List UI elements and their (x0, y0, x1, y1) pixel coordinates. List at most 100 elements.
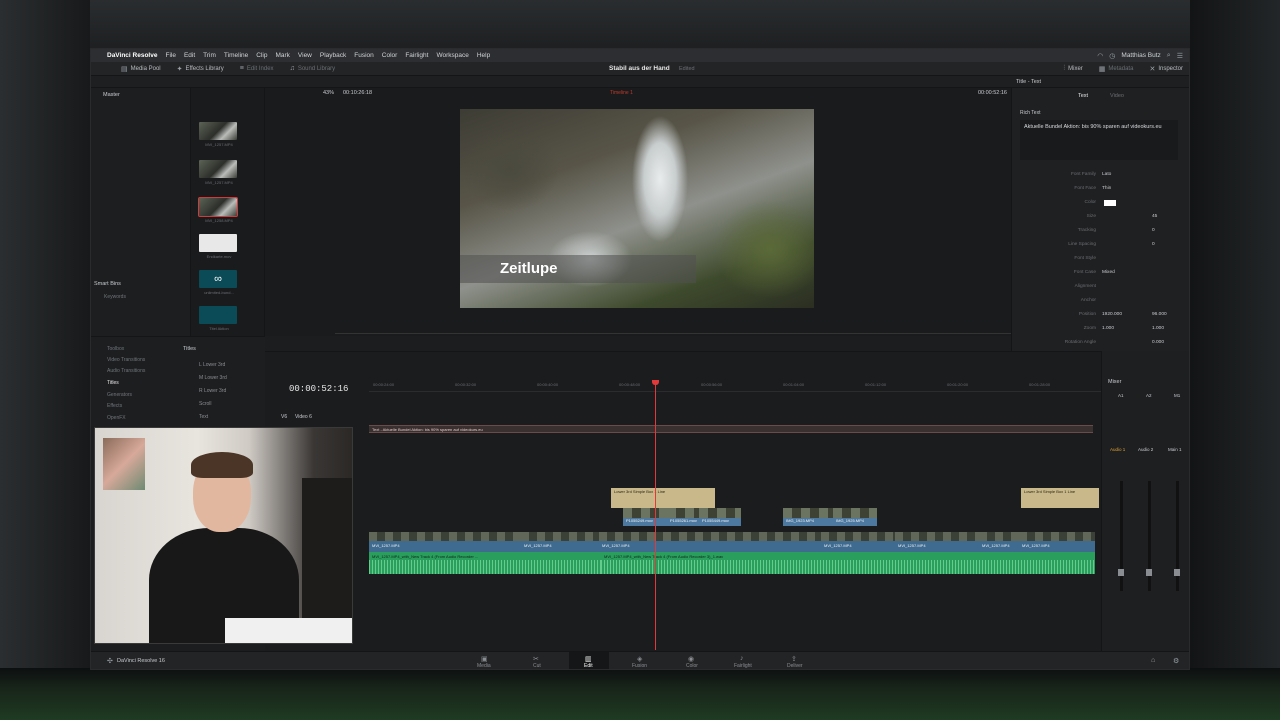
home-icon[interactable]: ⌂ (1151, 657, 1155, 664)
fader-knob[interactable] (1146, 569, 1152, 576)
property-value-2[interactable]: 0 (1152, 228, 1155, 233)
property-value-2[interactable]: 1.000 (1152, 326, 1164, 331)
main-video-clip[interactable]: MVI_1257.MP4 (1019, 532, 1095, 552)
fader-main1[interactable] (1174, 481, 1180, 591)
track-header-v6[interactable]: V6 Video 6 (265, 412, 369, 424)
inspector-property-row[interactable]: Font Style (1012, 256, 1189, 263)
menu-mark[interactable]: Mark (275, 52, 289, 59)
fx-titles[interactable]: Titles (107, 380, 119, 386)
broll-clip[interactable]: IMG_1925.MP4 (833, 508, 877, 526)
smart-bin-keywords[interactable]: Keywords (104, 294, 126, 300)
property-value[interactable]: 1.000 (1102, 326, 1114, 331)
viewer-zoom[interactable]: 43% (323, 90, 334, 96)
mixer-button[interactable]: ⫶ Mixer (1055, 62, 1090, 76)
user-name[interactable]: Matthias Butz (1121, 52, 1160, 59)
clip-thumbnail[interactable] (199, 234, 237, 252)
menu-file[interactable]: File (165, 52, 175, 59)
timeline-name[interactable]: Timeline 1 (610, 90, 633, 96)
title-item[interactable]: M Lower 3rd (199, 375, 227, 381)
rich-text-input[interactable]: Aktuelle Bundel Aktion: bis 90% sparen a… (1020, 120, 1178, 160)
fader-knob[interactable] (1118, 569, 1124, 576)
gear-icon[interactable]: ⚙ (1173, 657, 1179, 665)
page-fairlight[interactable]: Fairlight (734, 663, 752, 669)
inspector-property-row[interactable]: Position 1920.000 96.000 (1012, 312, 1189, 319)
inspector-property-row[interactable]: Font Face Thin (1012, 186, 1189, 193)
property-value[interactable]: Lato (1102, 172, 1111, 177)
tab-text[interactable]: Text (1078, 93, 1088, 99)
main-video-clip[interactable]: MVI_1257.MP4 (369, 532, 521, 552)
menu-workspace[interactable]: Workspace (436, 52, 468, 59)
fx-generators[interactable]: Generators (107, 392, 132, 398)
menu-edit[interactable]: Edit (184, 52, 195, 59)
page-color[interactable]: Color (686, 663, 698, 669)
clip-thumbnail[interactable] (199, 122, 237, 140)
clip-thumbnail[interactable] (199, 160, 237, 178)
inspector-button[interactable]: ✕ Inspector (1141, 62, 1189, 76)
title-item[interactable]: Text (199, 414, 208, 420)
clock-icon[interactable]: ◷ (1109, 52, 1115, 60)
clip-thumbnail-logo[interactable]: ∞ (199, 270, 237, 288)
fx-audio-transitions[interactable]: Audio Transitions (107, 368, 145, 374)
playhead[interactable] (652, 380, 659, 650)
inspector-property-row[interactable]: Line Spacing 0 (1012, 242, 1189, 249)
property-value[interactable]: Mixed (1102, 270, 1115, 275)
text-clip[interactable]: Lower 3rd Simple Box 1 Line (611, 488, 715, 508)
fx-effects[interactable]: Effects (107, 403, 122, 409)
menu-help[interactable]: Help (477, 52, 490, 59)
menu-fairlight[interactable]: Fairlight (405, 52, 428, 59)
property-value-2[interactable]: 0 (1152, 242, 1155, 247)
effects-library-button[interactable]: ✦ Effects Library (169, 62, 232, 76)
fx-video-transitions[interactable]: Video Transitions (107, 357, 145, 363)
tab-video[interactable]: Video (1110, 93, 1124, 99)
main-video-clip[interactable]: MVI_1257.MP4 (821, 532, 895, 552)
wifi-icon[interactable]: ◠ (1097, 52, 1103, 60)
clip-thumbnail-selected[interactable] (198, 197, 238, 217)
property-value-2[interactable]: 0.000 (1152, 340, 1164, 345)
menu-fusion[interactable]: Fusion (354, 52, 374, 59)
broll-clip[interactable]: IMG_1923.MP4 (783, 508, 833, 526)
menu-color[interactable]: Color (382, 52, 398, 59)
inspector-property-row[interactable]: Font Family Lato (1012, 172, 1189, 179)
edit-index-button[interactable]: ≡ Edit Index (232, 62, 282, 76)
metadata-button[interactable]: ▦ Metadata (1091, 62, 1142, 76)
property-value-2[interactable]: 45 (1152, 214, 1157, 219)
inspector-property-row[interactable]: Zoom 1.000 1.000 (1012, 326, 1189, 333)
menu-list-icon[interactable]: ☰ (1177, 52, 1183, 60)
main-video-clip[interactable]: MVI_1257.MP4 (895, 532, 979, 552)
title-item[interactable]: R Lower 3rd (199, 388, 226, 394)
video-frame[interactable]: Zeitlupe (460, 109, 814, 308)
viewer-scrub-bar[interactable] (335, 333, 1011, 334)
media-pool-button[interactable]: ▤ Media Pool (113, 62, 169, 76)
broll-clip[interactable]: P1055249.mov (623, 508, 667, 526)
title-item[interactable]: Scroll (199, 401, 212, 407)
inspector-property-row[interactable]: Font Case Mixed (1012, 270, 1189, 277)
page-media[interactable]: Media (477, 663, 491, 669)
inspector-property-row[interactable]: Color (1012, 200, 1189, 207)
timeline-ruler[interactable]: 00:00:24:00 00:00:32:00 00:00:40:00 00:0… (369, 380, 1101, 392)
inspector-property-row[interactable]: Size 45 (1012, 214, 1189, 221)
audio-clip[interactable]: MVI_1257.MP4_with_New Track 4 (From Audi… (601, 552, 1095, 574)
title-clip[interactable]: Text - Aktuelle Bundel Aktion: bis 90% s… (369, 425, 1093, 433)
menu-app-name[interactable]: DaVinci Resolve (107, 52, 157, 59)
sound-library-button[interactable]: ♫ Sound Library (282, 62, 344, 76)
inspector-property-row[interactable]: Anchor (1012, 298, 1189, 305)
property-value[interactable]: Thin (1102, 186, 1111, 191)
page-edit[interactable]: Edit (584, 663, 593, 669)
timeline-timecode[interactable]: 00:00:52:16 (289, 384, 348, 394)
page-cut[interactable]: Cut (533, 663, 541, 669)
fader-knob[interactable] (1174, 569, 1180, 576)
property-value[interactable]: 1920.000 (1102, 312, 1122, 317)
menu-playback[interactable]: Playback (320, 52, 346, 59)
main-video-clip[interactable]: MVI_1257.MP4 (599, 532, 821, 552)
property-value-2[interactable]: 96.000 (1152, 312, 1167, 317)
inspector-property-row[interactable]: Alignment (1012, 284, 1189, 291)
fx-openfx[interactable]: OpenFX (107, 415, 126, 421)
bin-master[interactable]: Master (103, 92, 120, 98)
inspector-property-row[interactable]: Tracking 0 (1012, 228, 1189, 235)
color-swatch[interactable] (1104, 200, 1116, 206)
title-item[interactable]: L Lower 3rd (199, 362, 225, 368)
audio-clip[interactable]: MVI_1257.MP4_with_New Track 4 (From Audi… (369, 552, 601, 574)
broll-clip[interactable]: P1055449.mov (699, 508, 741, 526)
menu-view[interactable]: View (298, 52, 312, 59)
page-fusion[interactable]: Fusion (632, 663, 647, 669)
